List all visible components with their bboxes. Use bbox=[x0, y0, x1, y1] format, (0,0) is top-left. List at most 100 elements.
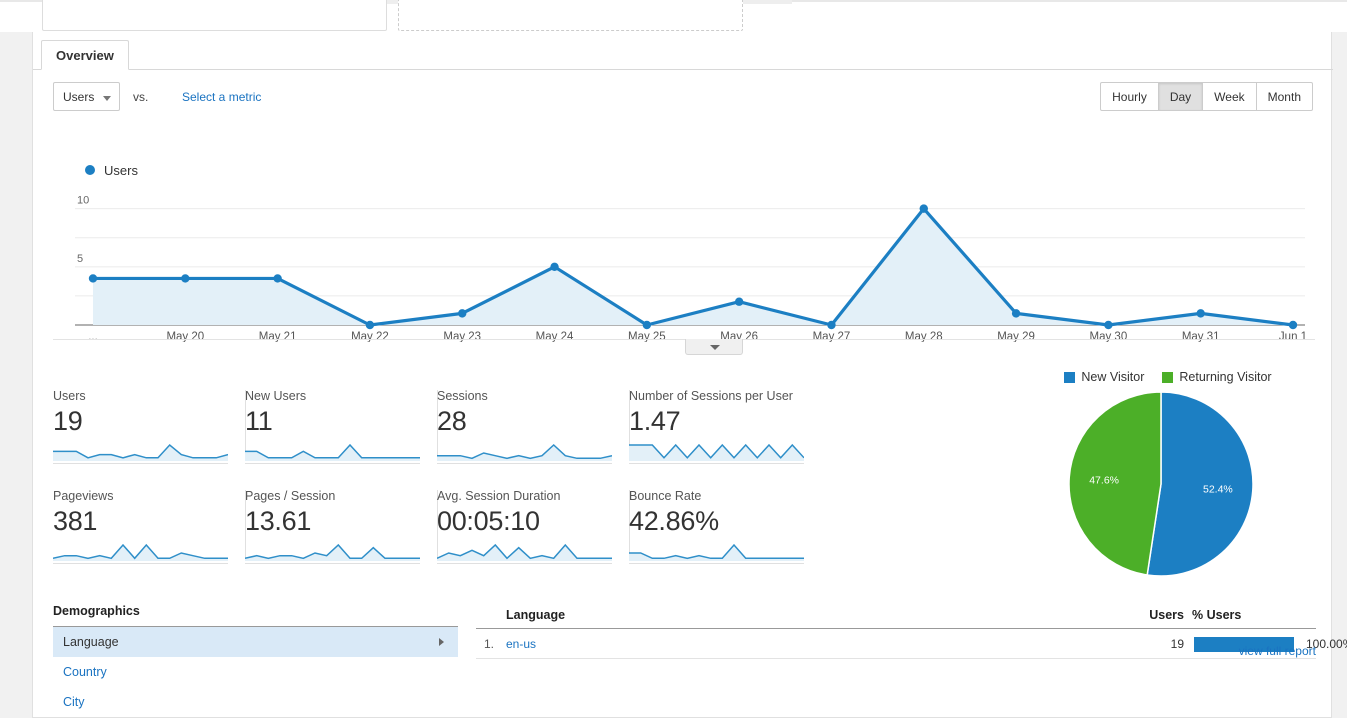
svg-text:5: 5 bbox=[77, 253, 83, 265]
demographics-item-language[interactable]: Language bbox=[53, 627, 458, 657]
svg-text:...: ... bbox=[88, 331, 98, 342]
metric-card: Pages / Session 13.61 bbox=[245, 462, 438, 564]
metric-card-title: Pageviews bbox=[53, 489, 114, 503]
metric-cards-grid: Users 19 New Users 11 Sessions 28 Number of Se… bbox=[53, 362, 828, 572]
metric-card-value: 13.61 bbox=[245, 506, 312, 536]
demographics-item-city[interactable]: City bbox=[53, 687, 458, 717]
metric-card-title: Pages / Session bbox=[245, 489, 336, 503]
legend-swatch-returning-visitor bbox=[1162, 371, 1174, 383]
legend-label-returning-visitor: Returning Visitor bbox=[1179, 370, 1272, 384]
metric-card-rule bbox=[629, 563, 804, 564]
metric-card-value: 28 bbox=[437, 406, 467, 436]
column-header-language: Language bbox=[506, 608, 566, 622]
segment-card-all-users[interactable] bbox=[42, 0, 387, 31]
demographics-heading: Demographics bbox=[53, 604, 140, 618]
add-segment-card[interactable] bbox=[398, 0, 743, 31]
chart-collapse-handle[interactable] bbox=[685, 339, 743, 355]
metric-card-sparkline bbox=[629, 543, 804, 561]
segment-strip: 100.00% Users bbox=[0, 0, 1347, 32]
metric-card-title: Users bbox=[53, 389, 86, 403]
metric-card-value: 19 bbox=[53, 406, 83, 436]
pie-slice-label: 52.4% bbox=[1203, 483, 1233, 495]
metric-card: Bounce Rate 42.86% bbox=[629, 462, 822, 564]
metric-card-title: Bounce Rate bbox=[629, 489, 702, 503]
metric-card-title: New Users bbox=[245, 389, 307, 403]
row-users-value: 19 bbox=[1170, 637, 1184, 651]
metric-card-value: 00:05:10 bbox=[437, 506, 540, 536]
demographics-item-label: Language bbox=[63, 635, 119, 649]
chart-bottom-rule bbox=[53, 339, 1315, 340]
metric-card-sparkline bbox=[245, 443, 420, 461]
svg-text:Jun 1: Jun 1 bbox=[1279, 331, 1307, 342]
chevron-right-icon bbox=[439, 638, 444, 646]
tab-underline bbox=[33, 69, 1333, 70]
pie-svg[interactable]: 52.4% 47.6% bbox=[1033, 392, 1303, 577]
metric-card-title: Sessions bbox=[437, 389, 488, 403]
metric-card-title: Avg. Session Duration bbox=[437, 489, 561, 503]
granularity-month-button[interactable]: Month bbox=[1256, 82, 1313, 111]
metric-card-rule bbox=[245, 563, 420, 564]
svg-text:May 23: May 23 bbox=[443, 331, 481, 342]
metric-card: Number of Sessions per User 1.47 bbox=[629, 362, 822, 464]
metric-card-sparkline bbox=[53, 443, 228, 461]
svg-text:May 29: May 29 bbox=[997, 331, 1035, 342]
metric-card: Sessions 28 bbox=[437, 362, 630, 464]
svg-text:10: 10 bbox=[77, 195, 89, 207]
svg-text:May 21: May 21 bbox=[259, 331, 297, 342]
tab-overview[interactable]: Overview bbox=[41, 40, 129, 70]
svg-text:May 24: May 24 bbox=[536, 331, 574, 342]
svg-text:May 27: May 27 bbox=[813, 331, 851, 342]
legend-swatch-new-visitor bbox=[1064, 371, 1076, 383]
metric-select-value: Users bbox=[63, 90, 95, 104]
pie-legend-item-new-visitor[interactable]: New Visitor bbox=[1064, 370, 1144, 384]
granularity-hourly-button[interactable]: Hourly bbox=[1100, 82, 1159, 111]
svg-text:May 30: May 30 bbox=[1090, 331, 1128, 342]
svg-text:May 25: May 25 bbox=[628, 331, 666, 342]
row-index: 1. bbox=[484, 637, 495, 651]
metric-select[interactable]: Users bbox=[53, 82, 120, 111]
metric-card-rule bbox=[53, 563, 228, 564]
metric-card: New Users 11 bbox=[245, 362, 438, 464]
column-header-pct-users: % Users bbox=[1192, 608, 1242, 622]
select-a-metric-link[interactable]: Select a metric bbox=[182, 90, 261, 104]
metric-card-sparkline bbox=[437, 443, 612, 461]
demographics-item-country[interactable]: Country bbox=[53, 657, 458, 687]
tab-bar: Overview bbox=[33, 40, 1333, 70]
view-full-report-link[interactable]: view full report bbox=[1239, 644, 1316, 658]
row-language-link[interactable]: en-us bbox=[506, 637, 536, 651]
visitor-type-pie-chart: New Visitor Returning Visitor 52.4% 47.6% bbox=[1033, 362, 1303, 577]
granularity-day-button[interactable]: Day bbox=[1158, 82, 1204, 111]
metric-card-sparkline bbox=[437, 543, 612, 561]
metric-card-rule bbox=[437, 563, 612, 564]
metric-controls-row: Users vs. Select a metric Hourly Day Wee… bbox=[33, 82, 1333, 120]
metric-card-sparkline bbox=[53, 543, 228, 561]
granularity-button-group: Hourly Day Week Month bbox=[1100, 82, 1313, 111]
metric-card: Users 19 bbox=[53, 362, 246, 464]
vs-label: vs. bbox=[133, 90, 149, 104]
metric-card-sparkline bbox=[629, 443, 804, 461]
chart-svg: 5 10... May 20 May 21 May 22 May 23 May 24 May … bbox=[75, 195, 1307, 342]
granularity-week-button[interactable]: Week bbox=[1203, 82, 1257, 111]
pie-legend: New Visitor Returning Visitor bbox=[1033, 370, 1303, 384]
metric-card-value: 42.86% bbox=[629, 506, 719, 536]
overview-panel: Overview Users vs. Select a metric Hourl… bbox=[32, 32, 1347, 718]
svg-text:May 22: May 22 bbox=[351, 331, 389, 342]
analytics-overview-page: 100.00% Users Overview Users vs. Select … bbox=[0, 0, 1347, 718]
svg-text:May 28: May 28 bbox=[905, 331, 943, 342]
metric-card-sparkline bbox=[245, 543, 420, 561]
pie-slice[interactable] bbox=[1146, 392, 1254, 577]
pie-slice-label: 47.6% bbox=[1089, 475, 1119, 487]
metric-card-value: 381 bbox=[53, 506, 98, 536]
column-header-users: Users bbox=[1149, 608, 1184, 622]
pie-legend-item-returning-visitor[interactable]: Returning Visitor bbox=[1162, 370, 1272, 384]
svg-text:May 20: May 20 bbox=[166, 331, 204, 342]
chevron-down-icon bbox=[710, 345, 720, 350]
legend-label-new-visitor: New Visitor bbox=[1081, 370, 1145, 384]
metric-card-value: 1.47 bbox=[629, 406, 681, 436]
language-table: Language Users % Users 1. en-us 19 100.0… bbox=[476, 604, 1347, 659]
metric-card-value: 11 bbox=[245, 406, 273, 436]
chevron-down-icon bbox=[103, 96, 111, 101]
users-over-time-chart[interactable]: 5 10... May 20 May 21 May 22 May 23 May 24 May … bbox=[53, 152, 1315, 342]
metric-card: Pageviews 381 bbox=[53, 462, 246, 564]
demographics-panel: Demographics Language Country City bbox=[53, 604, 458, 717]
